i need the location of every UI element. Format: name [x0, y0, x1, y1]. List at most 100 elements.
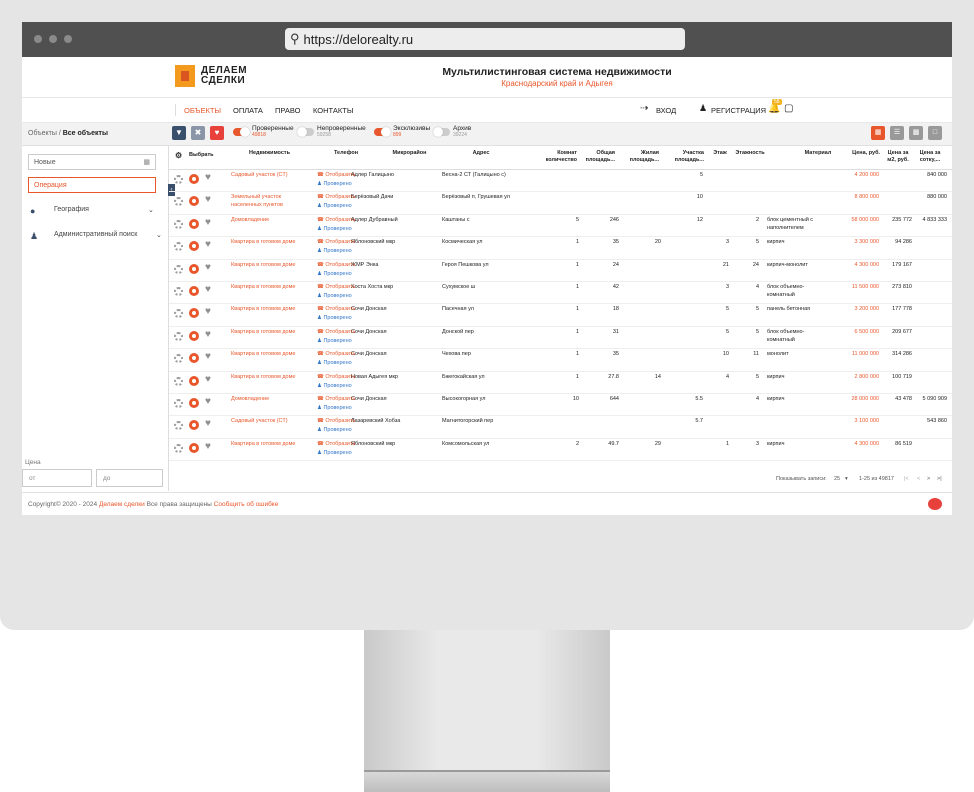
favorite-heart-icon[interactable]: ♥	[205, 285, 211, 295]
favorite-heart-icon[interactable]: ♥	[205, 307, 211, 317]
row-settings-icon[interactable]	[174, 421, 183, 431]
settings-gear-icon[interactable]: ⚙	[175, 152, 182, 160]
eye-icon[interactable]	[189, 196, 199, 207]
eye-icon[interactable]	[189, 263, 199, 274]
favorites-button[interactable]: ♥	[210, 126, 224, 140]
table-row[interactable]: ♥ Садовый участок (СТ) Лазаревский Хобза Ма…	[169, 415, 952, 439]
minimize-dot[interactable]	[49, 35, 57, 43]
close-dot[interactable]	[34, 35, 42, 43]
favorite-heart-icon[interactable]: ♥	[205, 374, 211, 385]
show-phone-link[interactable]: ☎ Отобразить	[317, 440, 355, 448]
column-header[interactable]: Жилая площадь...	[623, 150, 659, 164]
table-row[interactable]: ♥ Садовый участок (СТ) Адлер Галицыно Весна…	[169, 169, 952, 193]
table-row[interactable]: ♥ Квартира в готовом доме Сочи Донская Пасе…	[169, 303, 952, 327]
row-settings-icon[interactable]	[174, 443, 183, 453]
column-header[interactable]: Цена, руб.	[845, 150, 880, 157]
view-map-button[interactable]: □	[928, 126, 942, 140]
eye-icon[interactable]	[189, 218, 199, 229]
address-bar[interactable]: ⚲ https://delorealty.ru	[285, 28, 685, 50]
favorite-heart-icon[interactable]: ♥	[205, 352, 211, 362]
show-phone-link[interactable]: ☎ Отобразить	[317, 283, 355, 291]
table-row[interactable]: ♥ Квартира в готовом доме ЖМР Энка Героя Пе…	[169, 259, 952, 282]
favorite-heart-icon[interactable]: ♥	[205, 397, 211, 407]
column-header[interactable]: Адрес	[451, 150, 511, 157]
row-settings-icon[interactable]	[174, 376, 183, 386]
column-header[interactable]: Недвижимость	[249, 150, 304, 157]
favorite-heart-icon[interactable]: ♥	[205, 195, 211, 205]
next-page-icon[interactable]: >	[927, 476, 930, 482]
property-type-link[interactable]: Квартира в готовом доме	[231, 350, 309, 358]
filter-button[interactable]: ▼	[172, 126, 186, 140]
nav-objects[interactable]: ОБЪЕКТЫ	[184, 106, 221, 115]
door-icon[interactable]: ▢	[784, 103, 793, 114]
property-type-link[interactable]: Квартира в готовом доме	[231, 328, 309, 336]
prev-page-icon[interactable]: <	[917, 476, 920, 482]
row-settings-icon[interactable]	[174, 197, 183, 207]
nav-login[interactable]: ВХОД	[656, 106, 676, 115]
eye-icon[interactable]	[189, 174, 199, 184]
column-header[interactable]: Общая площадь...	[579, 150, 615, 164]
nav-law[interactable]: ПРАВО	[275, 106, 300, 115]
price-to-input[interactable]: до	[96, 469, 163, 487]
property-type-link[interactable]: Квартира в готовом доме	[231, 261, 309, 269]
price-from-input[interactable]: от	[22, 469, 92, 487]
report-error-link[interactable]: Сообщить об ошибке	[214, 501, 279, 508]
column-header[interactable]: Телефон	[326, 150, 366, 157]
row-settings-icon[interactable]	[174, 331, 183, 341]
row-settings-icon[interactable]	[174, 175, 183, 184]
show-phone-link[interactable]: ☎ Отобразить	[317, 305, 355, 313]
eye-icon[interactable]	[189, 308, 199, 319]
nav-register[interactable]: РЕГИСТРАЦИЯ	[711, 106, 766, 115]
toggle-archive[interactable]	[433, 127, 450, 137]
table-row[interactable]: ♥ Домовладение Адлер Дубравный Каштаны с 5 24…	[169, 214, 952, 238]
logo[interactable]: ДЕЛАЕМ СДЕЛКИ	[175, 65, 247, 87]
toggle-exclusive[interactable]	[374, 127, 391, 137]
show-phone-link[interactable]: ☎ Отобразить	[317, 417, 355, 425]
row-settings-icon[interactable]	[174, 264, 183, 274]
row-settings-icon[interactable]	[174, 287, 183, 296]
eye-icon[interactable]	[189, 286, 199, 296]
favorite-heart-icon[interactable]: ♥	[205, 240, 211, 250]
nav-contacts[interactable]: КОНТАКТЫ	[313, 106, 353, 115]
eye-icon[interactable]	[189, 398, 199, 408]
column-header[interactable]: Выбрать	[189, 152, 217, 159]
breadcrumb-parent[interactable]: Объекты	[28, 130, 57, 137]
eye-icon[interactable]	[189, 442, 199, 453]
view-list-button[interactable]: ☰	[890, 126, 904, 140]
favorite-heart-icon[interactable]: ♥	[205, 419, 211, 429]
first-page-icon[interactable]: |<	[904, 476, 909, 482]
property-type-link[interactable]: Земельный участок населенных пунктов	[231, 193, 309, 209]
table-row[interactable]: ♥ Квартира в готовом доме Яблоновский мкр К…	[169, 438, 952, 462]
favorite-heart-icon[interactable]: ♥	[205, 329, 211, 340]
eye-icon[interactable]	[189, 375, 199, 386]
show-phone-link[interactable]: ☎ Отобразить	[317, 350, 355, 358]
show-phone-link[interactable]: ☎ Отобразить	[317, 171, 355, 179]
favorite-heart-icon[interactable]: ♥	[205, 441, 211, 452]
last-page-icon[interactable]: >|	[937, 476, 942, 482]
show-phone-link[interactable]: ☎ Отобразить	[317, 261, 355, 269]
column-header[interactable]: Цена за сотку,...	[915, 150, 945, 164]
column-header[interactable]: Этаж	[710, 150, 730, 157]
property-type-link[interactable]: Квартира в готовом доме	[231, 305, 309, 313]
show-phone-link[interactable]: ☎ Отобразить	[317, 373, 355, 381]
clear-filter-button[interactable]: ✖	[191, 126, 205, 140]
eye-icon[interactable]	[189, 241, 199, 252]
column-header[interactable]: Этажность	[732, 150, 768, 157]
nav-payment[interactable]: ОПЛАТА	[233, 106, 263, 115]
table-row[interactable]: ♥ Квартира в готовом доме Яблоновский мкр К…	[169, 236, 952, 260]
property-type-link[interactable]: Квартира в готовом доме	[231, 238, 309, 246]
eye-icon[interactable]	[189, 353, 199, 364]
property-type-link[interactable]: Домовладение	[231, 395, 309, 403]
show-phone-link[interactable]: ☎ Отобразить	[317, 395, 355, 403]
footer-brand-link[interactable]: Делаем сделки	[99, 501, 145, 508]
eye-icon[interactable]	[189, 330, 199, 341]
toggle-verified[interactable]	[233, 127, 250, 137]
favorite-heart-icon[interactable]: ♥	[205, 173, 211, 183]
table-row[interactable]: ♥ Домовладение Сочи Донская Высокогорная ул…	[169, 393, 952, 417]
column-header[interactable]: Микрорайон	[382, 150, 437, 157]
property-type-link[interactable]: Квартира в готовом доме	[231, 283, 309, 291]
row-settings-icon[interactable]	[174, 309, 183, 319]
eye-icon[interactable]	[189, 420, 199, 431]
favorite-heart-icon[interactable]: ♥	[205, 262, 211, 273]
status-select[interactable]: Новые ▦	[28, 154, 156, 170]
